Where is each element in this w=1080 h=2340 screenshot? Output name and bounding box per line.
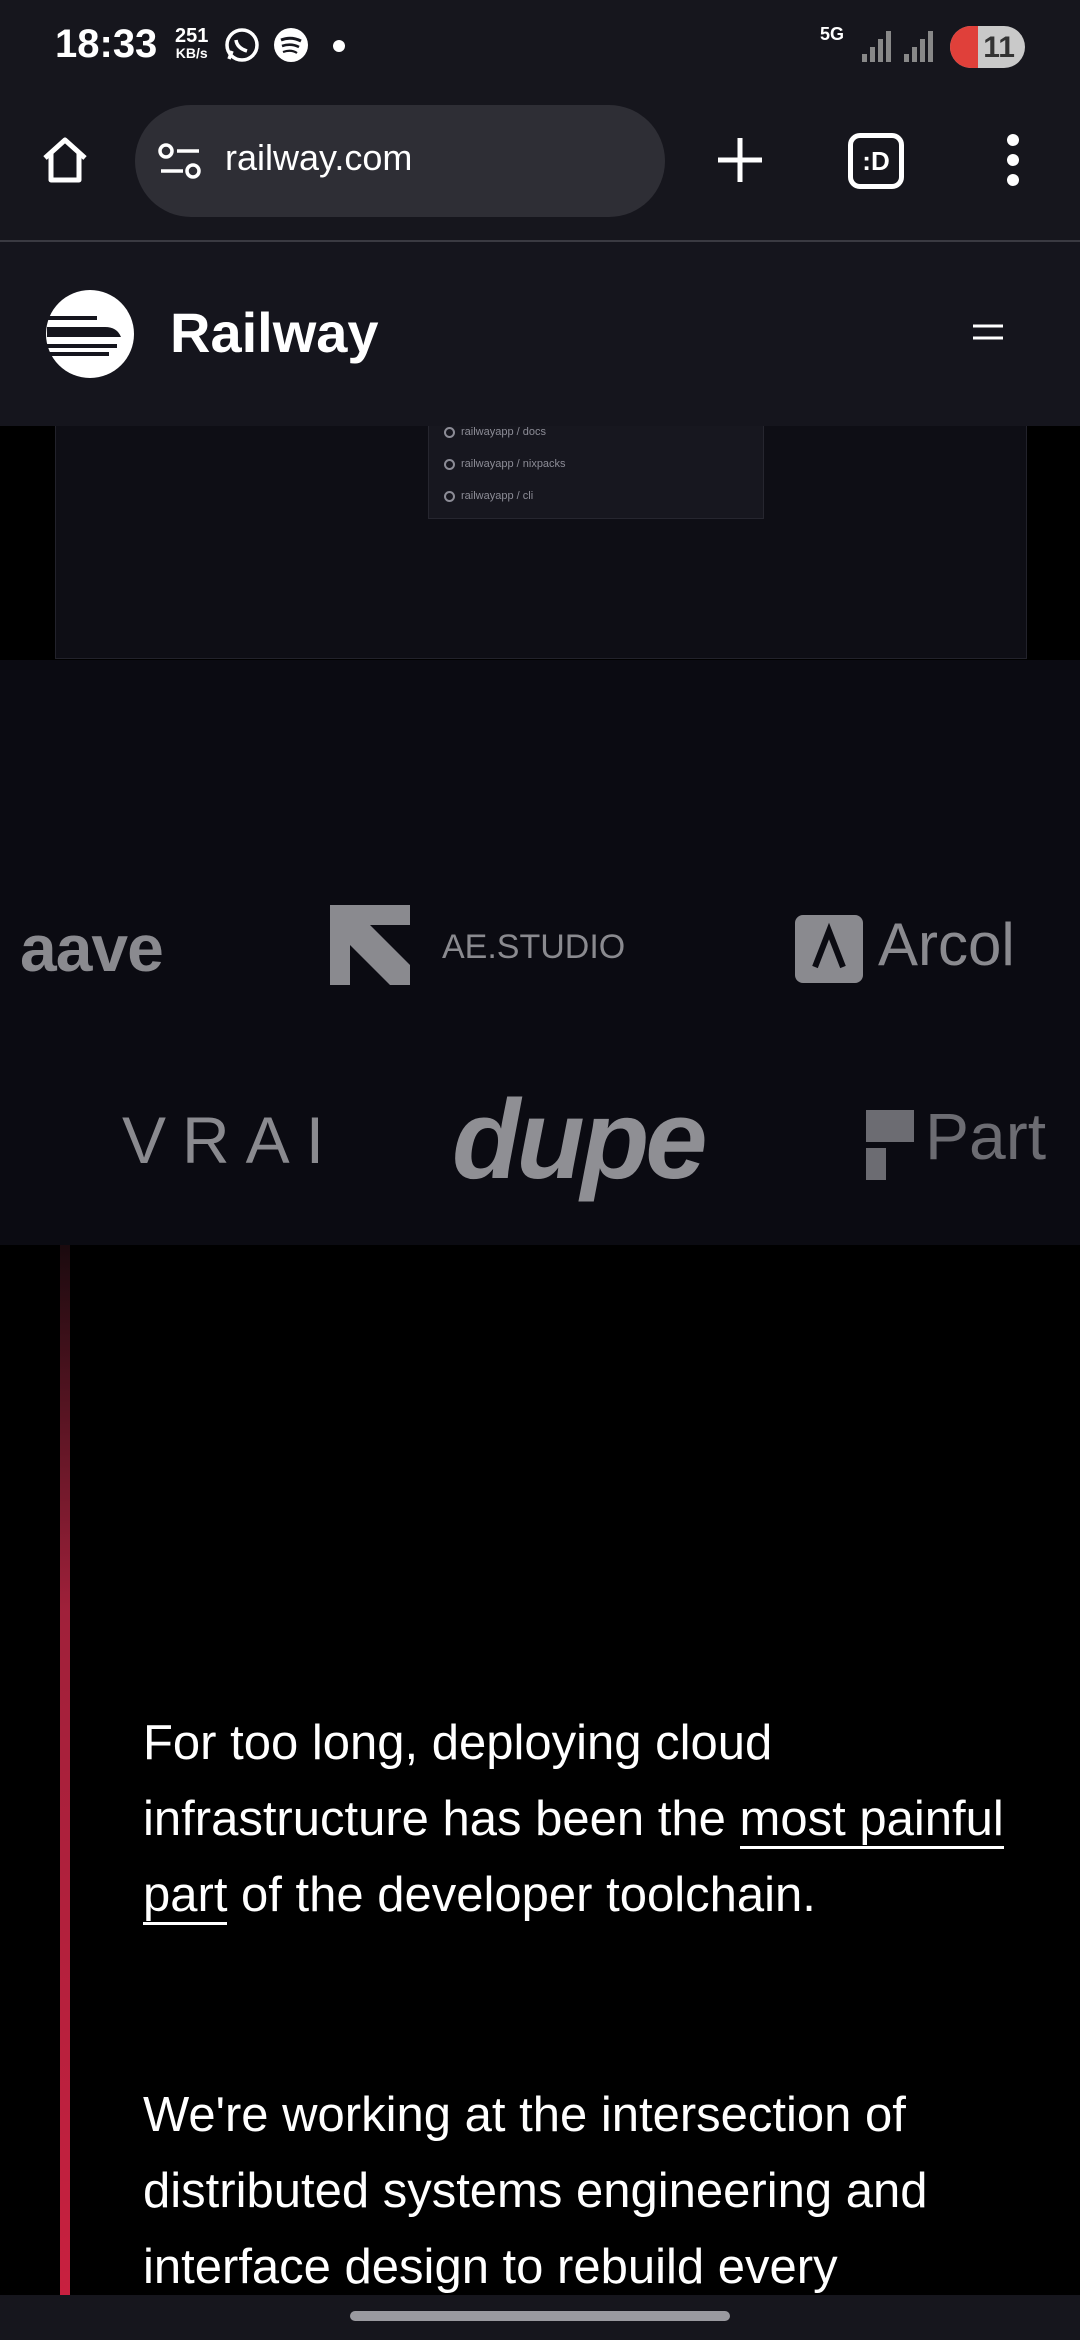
whatsapp-icon (225, 28, 259, 62)
url-text: railway.com (225, 137, 413, 178)
list-item[interactable]: railwayapp / cli (444, 490, 533, 502)
new-tab-icon (718, 138, 762, 182)
signal-icon (904, 31, 933, 62)
customer-logo: dupe (452, 1077, 708, 1202)
repo-list: railwayapp / docs railwayapp / nixpacks … (428, 426, 764, 519)
network-type: 5G (820, 24, 845, 44)
net-speed: 251 KB/s (175, 26, 208, 60)
logo-row: VRAI dupe Part (0, 1077, 1080, 1202)
github-icon (444, 458, 455, 470)
repo-name: railwayapp / cli (461, 490, 534, 502)
repo-name: railwayapp / docs (461, 426, 546, 438)
repo-name: railwayapp / nixpacks (461, 458, 566, 470)
net-speed-value: 251 (175, 25, 209, 47)
mission-text: of the developer toolchain. (227, 1868, 816, 1922)
net-speed-unit: KB/s (175, 45, 208, 61)
customer-logo: Arcol (878, 911, 1015, 978)
mission-paragraph-2: We're working at the intersection of dis… (143, 2088, 928, 2294)
github-icon (444, 426, 455, 438)
logo-row: aave AE.STUDIO Arcol (0, 890, 1080, 1010)
product-preview: railwayapp / docs railwayapp / nixpacks … (55, 426, 1027, 659)
more-icon (1007, 134, 1019, 186)
spotify-icon (274, 28, 308, 62)
status-time: 18:33 (55, 22, 158, 66)
browser-toolbar: railway.com :D (0, 95, 1080, 242)
status-bar: 18:33 251 KB/s 5G 11 (0, 0, 1080, 95)
home-icon (43, 137, 87, 183)
site-settings-icon[interactable] (157, 141, 203, 181)
partner-logo-icon (866, 1110, 914, 1180)
arcol-logo-icon (795, 915, 863, 983)
list-item[interactable]: railwayapp / docs (444, 426, 546, 438)
signal-icon (862, 31, 891, 62)
brand-name[interactable]: Railway (170, 300, 379, 365)
battery-icon: 11 (950, 26, 1025, 68)
mission-paragraph-1: For too long, deploying cloud infrastruc… (143, 1705, 1023, 1933)
list-item[interactable]: railwayapp / nixpacks (444, 458, 566, 470)
customer-logo: Part (925, 1099, 1047, 1173)
tab-switcher-icon: :D (862, 145, 890, 176)
mission-text: For too long, deploying cloud infrastruc… (143, 1716, 773, 1846)
battery-level: 11 (983, 31, 1015, 64)
github-icon (444, 490, 455, 502)
address-bar[interactable]: railway.com (135, 105, 665, 217)
mission-section: For too long, deploying cloud infrastruc… (0, 1245, 1080, 2295)
railway-logo-icon[interactable] (45, 289, 135, 379)
customer-logo: aave (20, 911, 164, 985)
site-header: Railway (0, 242, 1080, 426)
gesture-nav-bar (0, 2295, 1080, 2340)
tab-switcher-button[interactable]: :D (848, 133, 904, 189)
customer-logo: AE.STUDIO (442, 928, 626, 966)
new-tab-button[interactable] (705, 125, 775, 195)
home-gesture-handle[interactable] (350, 2311, 730, 2321)
menu-icon[interactable] (960, 322, 1016, 342)
customer-logos: aave AE.STUDIO Arcol VRAI dupe Part (0, 660, 1080, 1245)
more-button[interactable] (990, 125, 1036, 195)
accent-line (60, 1245, 70, 2295)
customer-logo: VRAI (122, 1103, 341, 1177)
notification-dot-icon (333, 40, 345, 52)
home-button[interactable] (30, 125, 100, 195)
ae-studio-logo-icon (330, 905, 410, 985)
